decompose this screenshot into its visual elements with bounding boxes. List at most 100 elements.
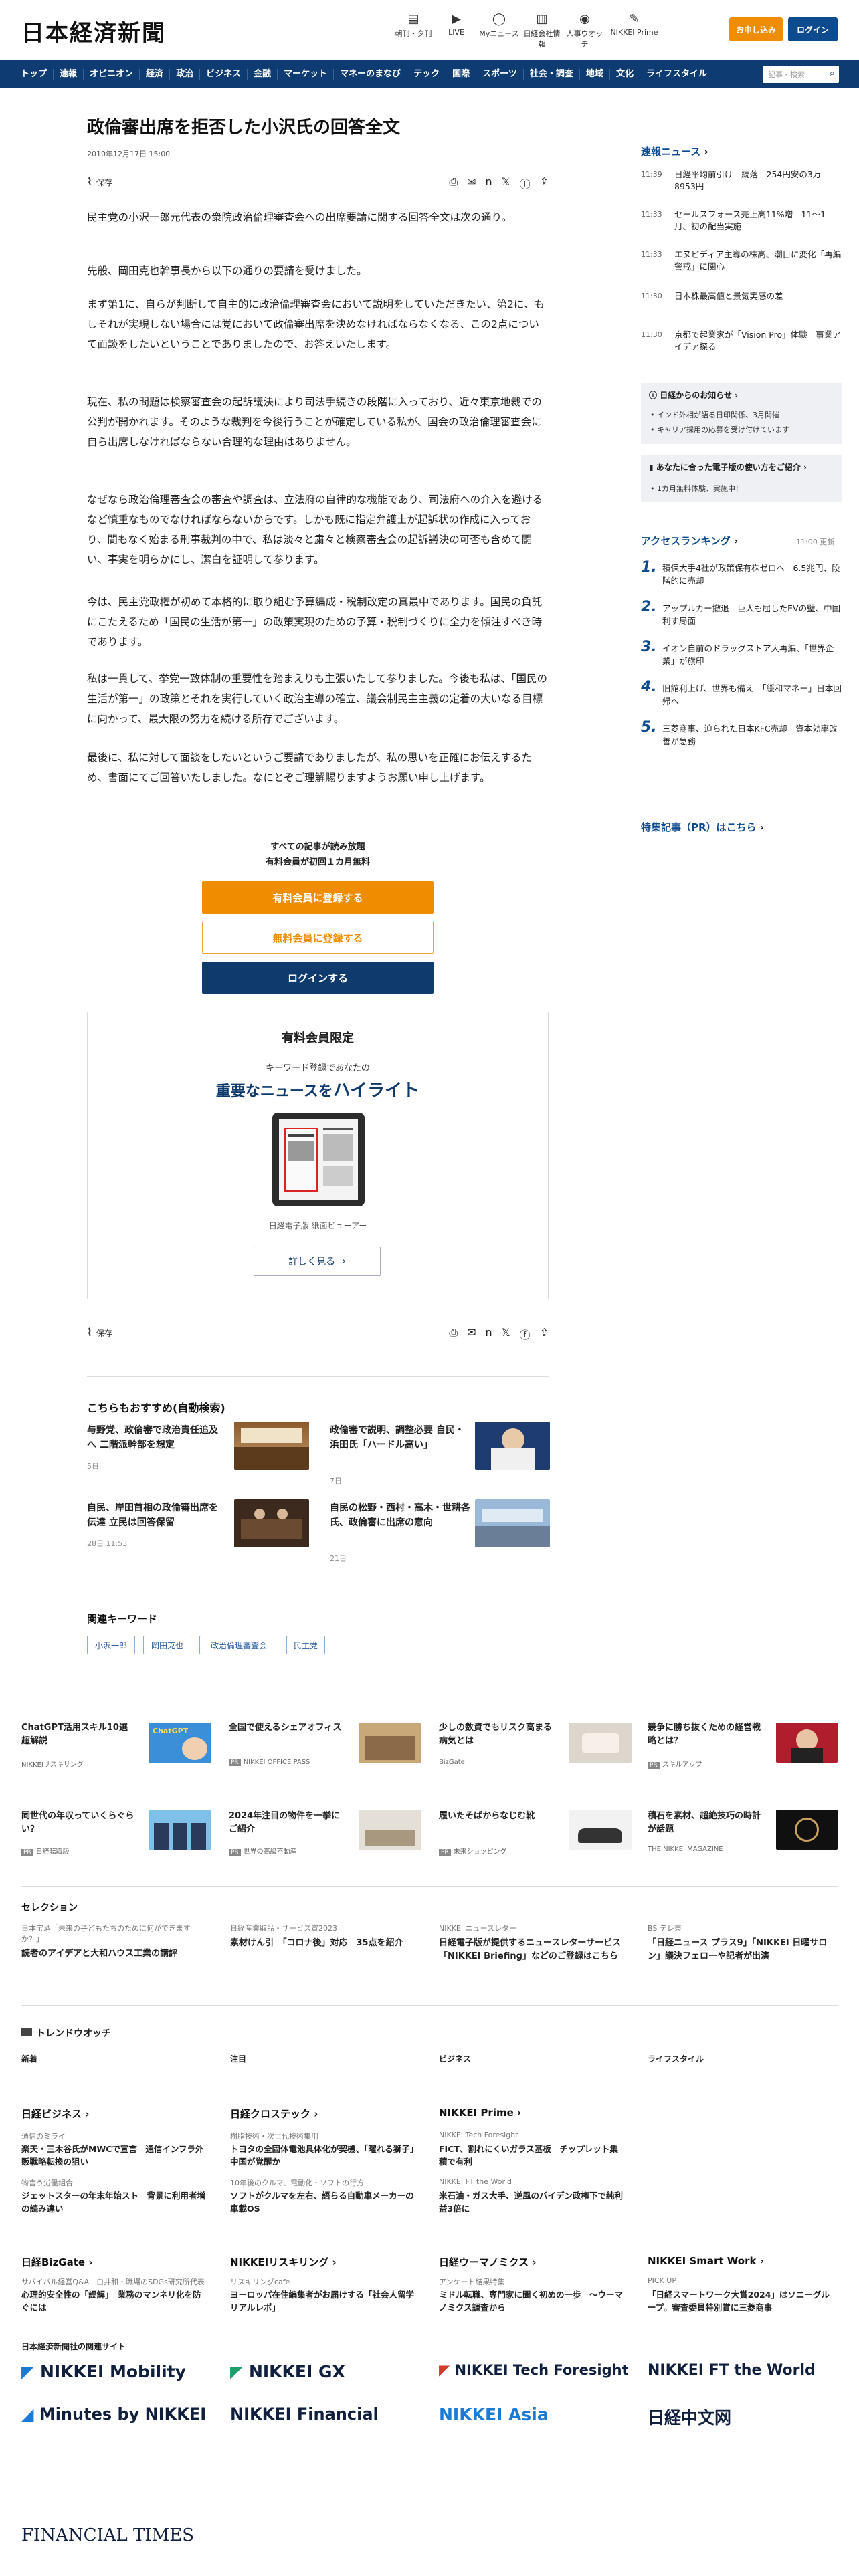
nav-item[interactable]: 速報: [54, 69, 84, 80]
brand-minutes[interactable]: ◢ Minutes by NIKKEI: [21, 2405, 206, 2424]
nav-item[interactable]: テック: [407, 69, 447, 80]
nav-item[interactable]: トップ: [15, 69, 54, 80]
group-site-title[interactable]: 日経ウーマノミクス ›: [439, 2255, 537, 2269]
notice-item[interactable]: • キャリア採用の応募を受け付けています: [650, 424, 789, 435]
selection-item[interactable]: 「日経ニュース プラス9」「NIKKEI 日曜サロン」議決フェローや記者が出演: [648, 1937, 838, 1963]
note-icon[interactable]: n: [486, 175, 492, 191]
notice-item[interactable]: • インド外相が語る日印関係、3月開催: [650, 409, 779, 420]
group-site-item[interactable]: 心理的安全性の「誤解」 業務のマンネリ化を防ぐには: [21, 2288, 209, 2314]
ad-thumbnail[interactable]: [776, 1810, 838, 1850]
nav-item[interactable]: ライフスタイル: [640, 69, 713, 80]
keyword-tag[interactable]: 小沢一郎: [87, 1636, 135, 1654]
nav-item[interactable]: マーケット: [278, 69, 335, 80]
ad-thumbnail[interactable]: ChatGPT: [149, 1723, 211, 1763]
search-icon[interactable]: ⌕: [830, 67, 835, 79]
header-link-live[interactable]: ▶ LIVE: [435, 11, 478, 49]
group-site-title[interactable]: NIKKEI Smart Work ›: [648, 2255, 764, 2267]
group-site-title[interactable]: 日経ビジネス ›: [21, 2107, 89, 2121]
share-icon[interactable]: ⇪: [540, 1326, 549, 1342]
ad-item[interactable]: 2024年注目の物件を一挙にご紹介: [229, 1810, 346, 1836]
brand-nikkei-financial[interactable]: NIKKEI Financial: [230, 2405, 379, 2424]
group-site-title[interactable]: NIKKEIリスキリング ›: [230, 2255, 337, 2269]
recommend-item[interactable]: 自民の松野・西村・高木・世耕各氏、政倫審に出席の意向: [330, 1501, 470, 1530]
nav-item[interactable]: スポーツ: [476, 69, 524, 80]
group-site-item[interactable]: 「日経スマートワーク大賞2024」はソニーグループ。審査委員特別賞に三菱商事: [648, 2288, 835, 2314]
selection-item[interactable]: 日経電子版が提供するニュースレターサービス「NIKKEI Briefing」など…: [439, 1937, 633, 1963]
x-share-icon[interactable]: 𝕏: [502, 175, 510, 191]
breaking-news-title[interactable]: 速報ニュース ›: [641, 144, 708, 158]
brand-tech-foresight[interactable]: ◤ NIKKEI Tech Foresight: [439, 2362, 629, 2378]
recommend-thumbnail[interactable]: [234, 1499, 309, 1547]
group-site-item[interactable]: ミドル転職、専門家に聞く初めの一歩 ～ウーマノミクス調査から: [439, 2288, 626, 2314]
brand-ft-the-world[interactable]: NIKKEI FT the World: [648, 2362, 816, 2379]
ad-item[interactable]: 競争に勝ち抜くための経営戦略とは？: [648, 1721, 768, 1748]
nav-item[interactable]: 政治: [170, 69, 201, 80]
brand-nikkei-mobility[interactable]: ◤ NIKKEI Mobility: [21, 2362, 186, 2381]
ranking-item[interactable]: 旧館利上げ、世界も備え 「緩和マネー」日本回帰へ: [662, 682, 842, 708]
guide-item[interactable]: • 1カ月無料体験、実施中！: [650, 483, 743, 494]
recommend-item[interactable]: 与野党、政倫審で政治責任追及へ 二階派幹部を想定: [87, 1423, 221, 1453]
keyword-tag[interactable]: 民主党: [286, 1636, 325, 1654]
brand-nikkei-gx[interactable]: ◤ NIKKEI GX: [230, 2362, 345, 2381]
trend-col[interactable]: ビジネス: [439, 2053, 471, 2064]
learn-more-button[interactable]: 詳しく見る ›: [254, 1247, 381, 1276]
brand-nikkei-chinese[interactable]: 日経中文网: [648, 2405, 731, 2429]
breaking-item[interactable]: 11:30 日本株最高値と景気実感の差: [641, 290, 842, 304]
ranking-item[interactable]: 積保大手4社が政策保有株ゼロへ 6.5兆円、段階的に売却: [662, 562, 842, 587]
nav-item[interactable]: 文化: [610, 69, 640, 80]
nav-item[interactable]: ビジネス: [200, 69, 248, 80]
ad-thumbnail[interactable]: [149, 1810, 211, 1850]
recommend-thumbnail[interactable]: [234, 1422, 309, 1470]
ranking-title[interactable]: アクセスランキング ›: [641, 534, 738, 548]
pr-feature-title[interactable]: 特集記事（PR）はこちら ›: [641, 820, 764, 834]
nav-item[interactable]: マネーのまなび: [334, 69, 408, 80]
ad-item[interactable]: 全国で使えるシェアオフィス: [229, 1721, 346, 1735]
ranking-item[interactable]: イオン自前のドラッグストア大再編、「世界企業」が旗印: [662, 642, 842, 667]
login-article-button[interactable]: ログインする: [202, 962, 434, 994]
group-site-item[interactable]: ヨーロッパ在住編集者がお届けする「社会人留学リアルレポ」: [230, 2288, 417, 2314]
ad-thumbnail[interactable]: [359, 1723, 421, 1763]
ad-item[interactable]: ChatGPT活用スキル10選超解説: [21, 1721, 135, 1748]
brand-nikkei-asia[interactable]: NIKKEI Asia: [439, 2405, 549, 2424]
ad-thumbnail[interactable]: [569, 1723, 632, 1763]
nav-item[interactable]: 金融: [248, 69, 278, 80]
header-link-watch[interactable]: ◉ 人事ウオッチ: [563, 11, 606, 49]
selection-item[interactable]: 読者のアイデアと大和ハウス工業の講評: [21, 1947, 202, 1961]
save-button[interactable]: ⌇ 保存: [87, 175, 112, 188]
login-button[interactable]: ログイン: [788, 17, 838, 41]
breaking-item[interactable]: 11:33 セールスフォース売上高11%増 11～1月、初の配当実施: [641, 209, 842, 235]
ranking-item[interactable]: アップルカー撤退 巨人も屈したEVの壁、中国利す局面: [662, 602, 842, 627]
mail-icon[interactable]: ✉: [467, 1326, 476, 1342]
print-icon[interactable]: ⎙: [449, 1326, 458, 1342]
ranking-item[interactable]: 三菱商事、迫られた日本KFC売却 資本効率改善が急務: [662, 722, 842, 748]
share-icon[interactable]: ⇪: [540, 175, 549, 191]
ad-item[interactable]: 積石を素材、超絶技巧の時計が話題: [648, 1810, 768, 1836]
subscribe-button[interactable]: お申し込み: [729, 17, 783, 41]
brand-financial-times[interactable]: FINANCIAL TIMES: [21, 2525, 194, 2545]
facebook-icon[interactable]: ⓕ: [520, 1326, 531, 1342]
keyword-tag[interactable]: 岡田克也: [143, 1636, 191, 1654]
free-register-button[interactable]: 無料会員に登録する: [202, 922, 434, 954]
ad-item[interactable]: 同世代の年収っていくらぐらい？: [21, 1810, 135, 1836]
header-link-mynews[interactable]: ◯ Myニュース: [478, 11, 520, 49]
group-site-title[interactable]: 日経クロステック ›: [230, 2107, 318, 2121]
print-icon[interactable]: ⎙: [449, 175, 458, 191]
recommend-thumbnail[interactable]: [475, 1499, 550, 1547]
group-site-item[interactable]: FICT、割れにくいガラス基板 チップレット集積で有利: [439, 2143, 626, 2168]
recommend-item[interactable]: 政倫審で説明、調整必要 自民・浜田氏「ハードル高い」: [330, 1423, 470, 1453]
nav-item[interactable]: 経済: [140, 69, 171, 80]
group-site-item[interactable]: 楽天・三木谷氏がMWCで宣言 通信インフラ外販戦略転換の狙い: [21, 2143, 209, 2168]
group-site-item[interactable]: ジェットスターの年末年始スト 背景に利用者増の読み違い: [21, 2189, 209, 2215]
recommend-item[interactable]: 自民、岸田首相の政倫審出席を伝達 立民は回答保留: [87, 1501, 221, 1530]
trend-col[interactable]: 新着: [21, 2053, 37, 2064]
ad-thumbnail[interactable]: [569, 1810, 632, 1850]
group-site-title[interactable]: 日経BizGate ›: [21, 2255, 93, 2269]
breaking-item[interactable]: 11:33 エヌビディア主導の株高、潮目に変化「再編警戒」に関心: [641, 249, 842, 276]
site-logo[interactable]: 日本経済新聞: [21, 15, 166, 47]
selection-item[interactable]: 素材けん引 「コロナ後」対応 35点を紹介: [230, 1937, 411, 1950]
breaking-item[interactable]: 11:39 日経平均前引け 続落 254円安の3万8953円: [641, 169, 842, 195]
group-site-item[interactable]: 米石油・ガス大手、逆風のバイデン政権下で純利益3倍に: [439, 2189, 626, 2215]
header-link-prime[interactable]: ✎ NIKKEI Prime: [606, 11, 662, 49]
ad-thumbnail[interactable]: [359, 1810, 421, 1850]
ad-thumbnail[interactable]: [776, 1723, 838, 1763]
